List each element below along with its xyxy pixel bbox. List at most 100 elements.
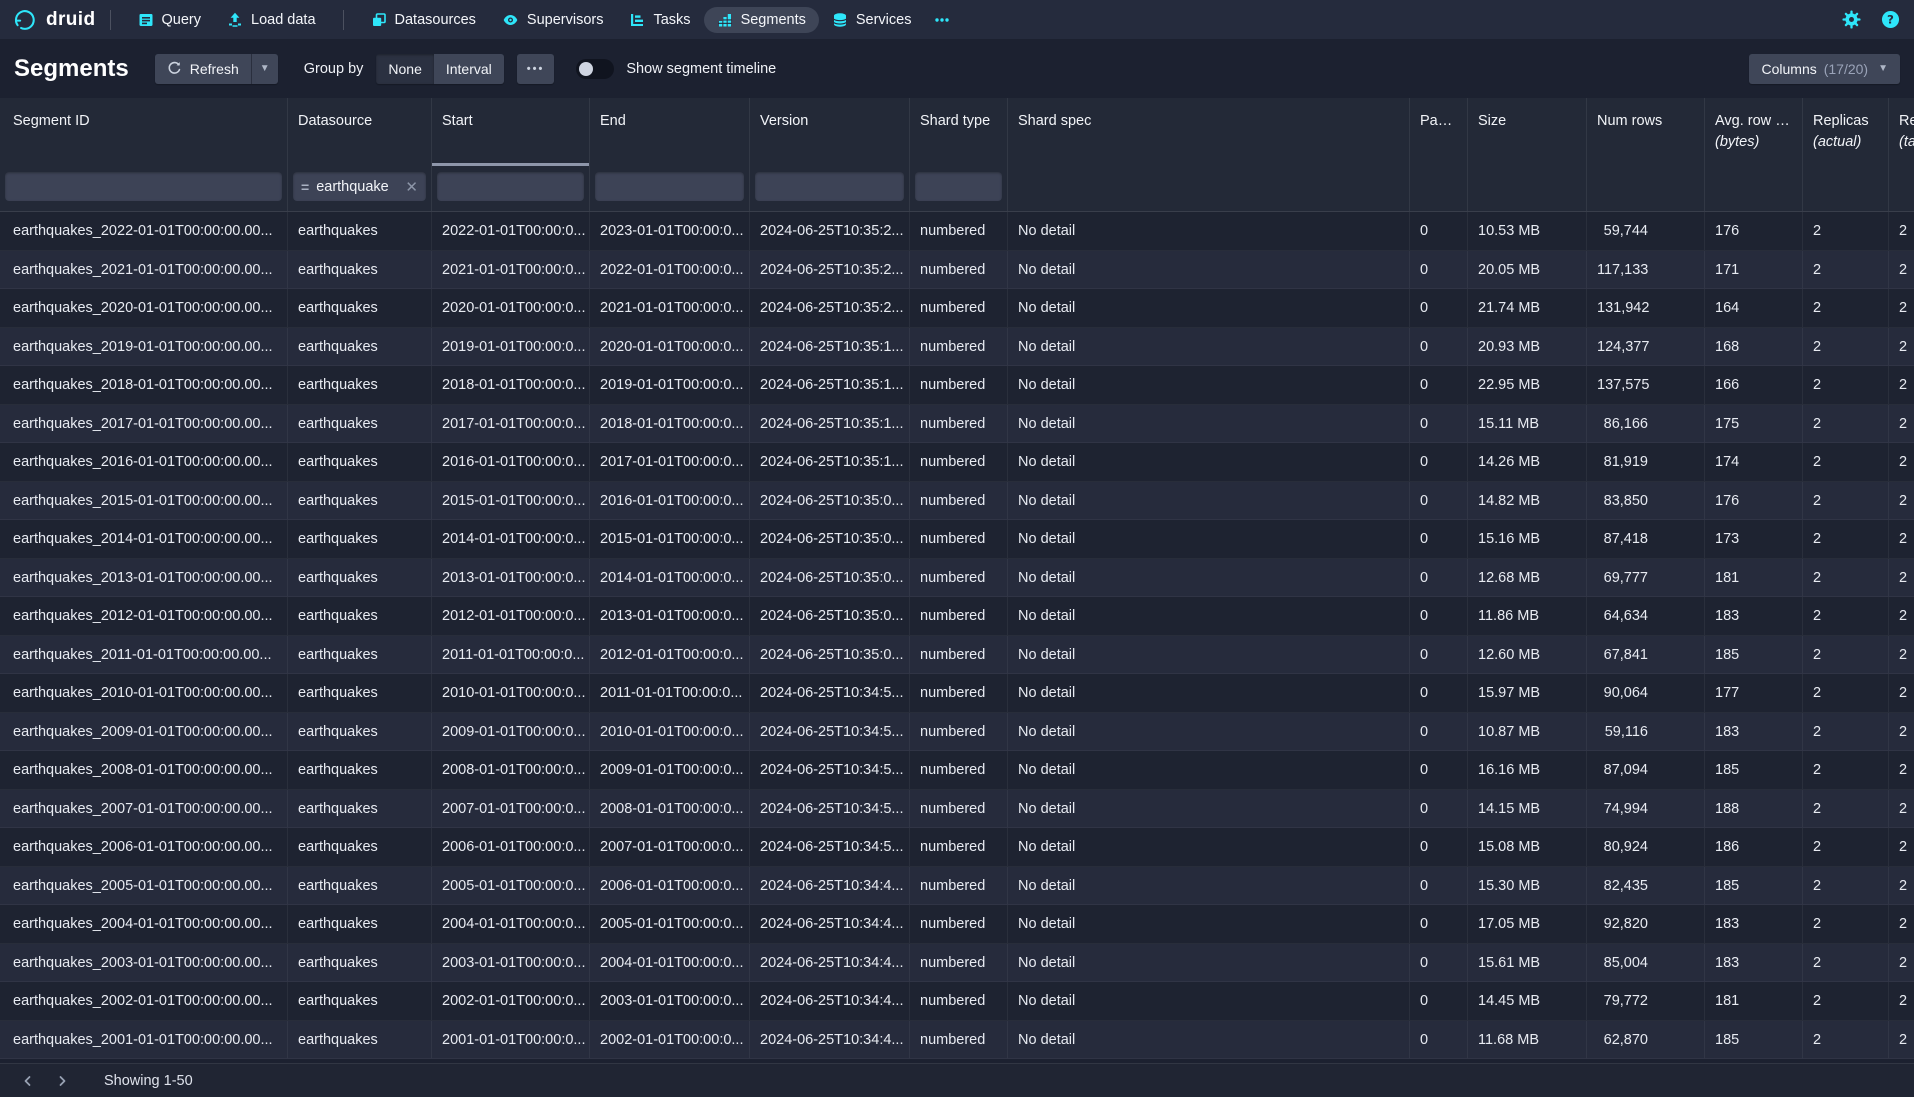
- group-by-none-button[interactable]: None: [376, 54, 433, 84]
- cell-partition[interactable]: 0: [1410, 982, 1468, 1021]
- cell-shard_spec[interactable]: No detail: [1008, 405, 1410, 444]
- cell-shard_type[interactable]: numbered: [910, 944, 1008, 983]
- cell-version[interactable]: 2024-06-25T10:34:5...: [750, 751, 910, 790]
- cell-datasource[interactable]: earthquakes: [288, 982, 432, 1021]
- cell-size[interactable]: 11.68 MB: [1468, 1021, 1587, 1060]
- cell-end[interactable]: 2011-01-01T00:00:0...: [590, 674, 750, 713]
- cell-start[interactable]: 2019-01-01T00:00:0...: [432, 328, 590, 367]
- cell-avg_row_size[interactable]: 176: [1705, 212, 1803, 251]
- cell-num_rows[interactable]: 131,942: [1587, 289, 1705, 328]
- nav-item-tasks[interactable]: Tasks: [616, 7, 703, 33]
- cell-version[interactable]: 2024-06-25T10:34:4...: [750, 944, 910, 983]
- druid-brand[interactable]: druid: [12, 7, 96, 33]
- column-header-partition[interactable]: Partition: [1410, 98, 1468, 166]
- filter-input-start[interactable]: [437, 172, 584, 201]
- settings-gear-icon[interactable]: [1842, 10, 1861, 29]
- cell-version[interactable]: 2024-06-25T10:34:4...: [750, 1021, 910, 1060]
- cell-partition[interactable]: 0: [1410, 944, 1468, 983]
- cell-datasource[interactable]: earthquakes: [288, 251, 432, 290]
- cell-start[interactable]: 2020-01-01T00:00:0...: [432, 289, 590, 328]
- cell-segment_id[interactable]: earthquakes_2006-01-01T00:00:00.00...: [0, 828, 288, 867]
- cell-segment_id[interactable]: earthquakes_2018-01-01T00:00:00.00...: [0, 366, 288, 405]
- cell-size[interactable]: 20.05 MB: [1468, 251, 1587, 290]
- cell-avg_row_size[interactable]: 183: [1705, 905, 1803, 944]
- cell-size[interactable]: 15.30 MB: [1468, 867, 1587, 906]
- cell-partition[interactable]: 0: [1410, 751, 1468, 790]
- cell-datasource[interactable]: earthquakes: [288, 597, 432, 636]
- cell-start[interactable]: 2006-01-01T00:00:0...: [432, 828, 590, 867]
- cell-start[interactable]: 2010-01-01T00:00:0...: [432, 674, 590, 713]
- cell-end[interactable]: 2014-01-01T00:00:0...: [590, 559, 750, 598]
- cell-version[interactable]: 2024-06-25T10:35:2...: [750, 212, 910, 251]
- cell-shard_spec[interactable]: No detail: [1008, 674, 1410, 713]
- cell-shard_type[interactable]: numbered: [910, 751, 1008, 790]
- cell-replicas[interactable]: 2: [1803, 482, 1889, 521]
- cell-shard_type[interactable]: numbered: [910, 520, 1008, 559]
- cell-partition[interactable]: 0: [1410, 520, 1468, 559]
- cell-end[interactable]: 2018-01-01T00:00:0...: [590, 405, 750, 444]
- cell-partition[interactable]: 0: [1410, 405, 1468, 444]
- cell-segment_id[interactable]: earthquakes_2011-01-01T00:00:00.00...: [0, 636, 288, 675]
- cell-replicas[interactable]: 2: [1803, 1021, 1889, 1060]
- cell-size[interactable]: 21.74 MB: [1468, 289, 1587, 328]
- filter-input-version[interactable]: [755, 172, 904, 201]
- cell-shard_type[interactable]: numbered: [910, 674, 1008, 713]
- cell-replicas[interactable]: 2: [1803, 790, 1889, 829]
- cell-partition[interactable]: 0: [1410, 790, 1468, 829]
- nav-item-load-data[interactable]: Load data: [214, 7, 329, 33]
- cell-end[interactable]: 2021-01-01T00:00:0...: [590, 289, 750, 328]
- cell-segment_id[interactable]: earthquakes_2004-01-01T00:00:00.00...: [0, 905, 288, 944]
- cell-segment_id[interactable]: earthquakes_2014-01-01T00:00:00.00...: [0, 520, 288, 559]
- columns-button[interactable]: Columns (17/20) ▼: [1749, 54, 1900, 84]
- cell-avg_row_size[interactable]: 185: [1705, 751, 1803, 790]
- cell-replication_factor[interactable]: 2: [1889, 1021, 1914, 1060]
- cell-version[interactable]: 2024-06-25T10:35:1...: [750, 366, 910, 405]
- cell-avg_row_size[interactable]: 185: [1705, 867, 1803, 906]
- previous-page-button[interactable]: [14, 1068, 42, 1094]
- cell-segment_id[interactable]: earthquakes_2019-01-01T00:00:00.00...: [0, 328, 288, 367]
- cell-datasource[interactable]: earthquakes: [288, 212, 432, 251]
- cell-replication_factor[interactable]: 2: [1889, 482, 1914, 521]
- cell-segment_id[interactable]: earthquakes_2007-01-01T00:00:00.00...: [0, 790, 288, 829]
- cell-shard_type[interactable]: numbered: [910, 405, 1008, 444]
- cell-start[interactable]: 2003-01-01T00:00:0...: [432, 944, 590, 983]
- cell-partition[interactable]: 0: [1410, 674, 1468, 713]
- cell-shard_spec[interactable]: No detail: [1008, 944, 1410, 983]
- cell-num_rows[interactable]: 85,004: [1587, 944, 1705, 983]
- cell-avg_row_size[interactable]: 175: [1705, 405, 1803, 444]
- cell-shard_type[interactable]: numbered: [910, 713, 1008, 752]
- cell-datasource[interactable]: earthquakes: [288, 328, 432, 367]
- cell-shard_spec[interactable]: No detail: [1008, 520, 1410, 559]
- cell-size[interactable]: 10.53 MB: [1468, 212, 1587, 251]
- cell-segment_id[interactable]: earthquakes_2016-01-01T00:00:00.00...: [0, 443, 288, 482]
- cell-start[interactable]: 2007-01-01T00:00:0...: [432, 790, 590, 829]
- cell-size[interactable]: 10.87 MB: [1468, 713, 1587, 752]
- cell-num_rows[interactable]: 83,850: [1587, 482, 1705, 521]
- column-header-avg_row_size[interactable]: Avg. row size(bytes): [1705, 98, 1803, 166]
- cell-replicas[interactable]: 2: [1803, 982, 1889, 1021]
- cell-replication_factor[interactable]: 2: [1889, 520, 1914, 559]
- cell-partition[interactable]: 0: [1410, 1021, 1468, 1060]
- cell-avg_row_size[interactable]: 177: [1705, 674, 1803, 713]
- cell-start[interactable]: 2017-01-01T00:00:0...: [432, 405, 590, 444]
- cell-num_rows[interactable]: 81,919: [1587, 443, 1705, 482]
- cell-replicas[interactable]: 2: [1803, 636, 1889, 675]
- cell-end[interactable]: 2016-01-01T00:00:0...: [590, 482, 750, 521]
- cell-end[interactable]: 2006-01-01T00:00:0...: [590, 867, 750, 906]
- cell-replication_factor[interactable]: 2: [1889, 828, 1914, 867]
- column-header-replicas[interactable]: Replicas(actual): [1803, 98, 1889, 166]
- cell-replication_factor[interactable]: 2: [1889, 944, 1914, 983]
- cell-end[interactable]: 2020-01-01T00:00:0...: [590, 328, 750, 367]
- cell-end[interactable]: 2005-01-01T00:00:0...: [590, 905, 750, 944]
- cell-shard_spec[interactable]: No detail: [1008, 559, 1410, 598]
- cell-version[interactable]: 2024-06-25T10:34:5...: [750, 713, 910, 752]
- cell-datasource[interactable]: earthquakes: [288, 405, 432, 444]
- cell-replicas[interactable]: 2: [1803, 944, 1889, 983]
- cell-start[interactable]: 2011-01-01T00:00:0...: [432, 636, 590, 675]
- cell-segment_id[interactable]: earthquakes_2001-01-01T00:00:00.00...: [0, 1021, 288, 1060]
- cell-partition[interactable]: 0: [1410, 251, 1468, 290]
- cell-segment_id[interactable]: earthquakes_2012-01-01T00:00:00.00...: [0, 597, 288, 636]
- column-header-shard_spec[interactable]: Shard spec: [1008, 98, 1410, 166]
- cell-version[interactable]: 2024-06-25T10:34:4...: [750, 905, 910, 944]
- cell-partition[interactable]: 0: [1410, 212, 1468, 251]
